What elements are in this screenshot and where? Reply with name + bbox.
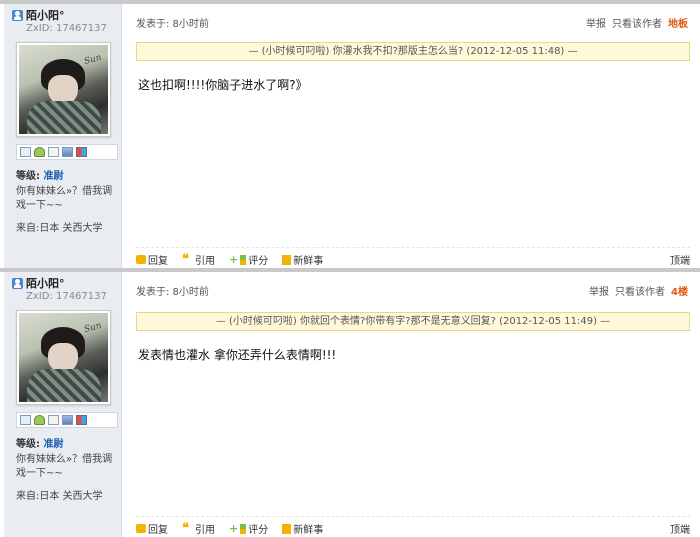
user-id: ZxID: 17467137 <box>26 23 107 34</box>
username[interactable]: 陌小阳° <box>26 7 65 23</box>
rate-button[interactable]: + 评分 <box>229 521 268 536</box>
user-location: 来自:日本 关西大学 <box>16 491 103 502</box>
quote-button[interactable]: ❝ 引用 <box>182 252 215 267</box>
level-label: 等级: <box>16 439 40 450</box>
user-id: ZxID: 17467137 <box>26 291 107 302</box>
plus-icon: + <box>229 522 239 535</box>
add-friend-icon[interactable] <box>34 415 45 425</box>
fresh-icon <box>282 523 292 534</box>
profile-icon[interactable] <box>48 415 59 425</box>
user-bio: 你有妹妹么»？借我调戏一下~~ <box>16 454 113 479</box>
post-time: 发表于: 8小时前 <box>136 287 209 298</box>
user-toolbar <box>16 144 118 160</box>
post-content: 发表情也灌水 拿你还弄什么表情啊!!! <box>138 348 337 362</box>
quote-button[interactable]: ❝ 引用 <box>182 521 215 536</box>
reply-icon <box>136 255 146 264</box>
quote-icon: ❝ <box>182 521 189 536</box>
album-icon[interactable] <box>62 147 73 157</box>
user-bio: 你有妹妹么»？借我调戏一下~~ <box>16 186 113 211</box>
quote-icon: ❝ <box>182 252 189 267</box>
quote-block: — (小时候可叼啦) 你灌水我不扣?那版主怎么当? (2012-12-05 11… <box>136 42 690 61</box>
reply-button[interactable]: 回复 <box>136 521 168 536</box>
back-to-top-link[interactable]: 顶端 <box>670 252 690 267</box>
only-author-link[interactable]: 只看该作者 <box>612 15 662 30</box>
post-body: 发表于: 8小时前 举报 只看该作者 4楼 — (小时候可叼啦) 你就回个表情?… <box>123 272 700 537</box>
post-actions: 举报 只看该作者 4楼 <box>589 283 688 298</box>
rate-icon <box>240 254 247 265</box>
post-footer: 回复 ❝ 引用 + 评分 新鲜事 顶端 <box>136 247 690 267</box>
username-row[interactable]: 陌小阳° <box>12 8 65 22</box>
post-footer: 回复 ❝ 引用 + 评分 新鲜事 顶端 <box>136 516 690 536</box>
avatar-image: Sun <box>19 45 108 134</box>
post: 陌小阳° ZxID: 17467137 Sun 等级: 准尉 你有妹妹么»？借我… <box>0 0 700 268</box>
post-body: 发表于: 8小时前 举报 只看该作者 地板 — (小时候可叼啦) 你灌水我不扣?… <box>123 4 700 268</box>
reply-icon <box>136 524 146 533</box>
avatar[interactable]: Sun <box>16 42 111 137</box>
user-icon <box>12 277 23 289</box>
avatar-image: Sun <box>19 313 108 402</box>
floor-number[interactable]: 地板 <box>668 15 688 30</box>
add-friend-icon[interactable] <box>34 147 45 157</box>
post: 陌小阳° ZxID: 17467137 Sun 等级: 准尉 你有妹妹么»？借我… <box>0 268 700 537</box>
avatar-signature: Sun <box>83 320 103 336</box>
album-icon[interactable] <box>62 415 73 425</box>
only-author-link[interactable]: 只看该作者 <box>615 283 665 298</box>
username[interactable]: 陌小阳° <box>26 275 65 291</box>
level-label: 等级: <box>16 171 40 182</box>
mail-icon[interactable] <box>20 415 31 425</box>
fresh-icon <box>282 254 292 265</box>
user-level: 等级: 准尉 <box>16 167 63 182</box>
report-link[interactable]: 举报 <box>589 283 609 298</box>
post-actions: 举报 只看该作者 地板 <box>586 15 688 30</box>
user-level: 等级: 准尉 <box>16 435 63 450</box>
user-icon <box>12 9 23 21</box>
fresh-button[interactable]: 新鲜事 <box>282 252 323 267</box>
back-to-top-link[interactable]: 顶端 <box>670 521 690 536</box>
avatar-signature: Sun <box>83 52 103 68</box>
fresh-button[interactable]: 新鲜事 <box>282 521 323 536</box>
app-icon[interactable] <box>76 147 87 157</box>
plus-icon: + <box>229 253 239 266</box>
level-value[interactable]: 准尉 <box>43 439 63 450</box>
rate-button[interactable]: + 评分 <box>229 252 268 267</box>
reply-button[interactable]: 回复 <box>136 252 168 267</box>
user-location: 来自:日本 关西大学 <box>16 223 103 234</box>
user-toolbar <box>16 412 118 428</box>
mail-icon[interactable] <box>20 147 31 157</box>
avatar[interactable]: Sun <box>16 310 111 405</box>
floor-number[interactable]: 4楼 <box>671 283 688 298</box>
post-time: 发表于: 8小时前 <box>136 19 209 30</box>
username-row[interactable]: 陌小阳° <box>12 276 65 290</box>
user-sidebar: 陌小阳° ZxID: 17467137 Sun 等级: 准尉 你有妹妹么»？借我… <box>4 4 122 268</box>
post-content: 这也扣啊!!!!你脑子进水了啊?》 <box>138 78 308 92</box>
profile-icon[interactable] <box>48 147 59 157</box>
quote-block: — (小时候可叼啦) 你就回个表情?你带有字?那不是无意义回复? (2012-1… <box>136 312 690 331</box>
level-value[interactable]: 准尉 <box>43 171 63 182</box>
app-icon[interactable] <box>76 415 87 425</box>
post-header: 发表于: 8小时前 举报 只看该作者 4楼 <box>136 283 688 298</box>
user-sidebar: 陌小阳° ZxID: 17467137 Sun 等级: 准尉 你有妹妹么»？借我… <box>4 272 122 537</box>
post-header: 发表于: 8小时前 举报 只看该作者 地板 <box>136 15 688 30</box>
rate-icon <box>240 523 247 534</box>
report-link[interactable]: 举报 <box>586 15 606 30</box>
